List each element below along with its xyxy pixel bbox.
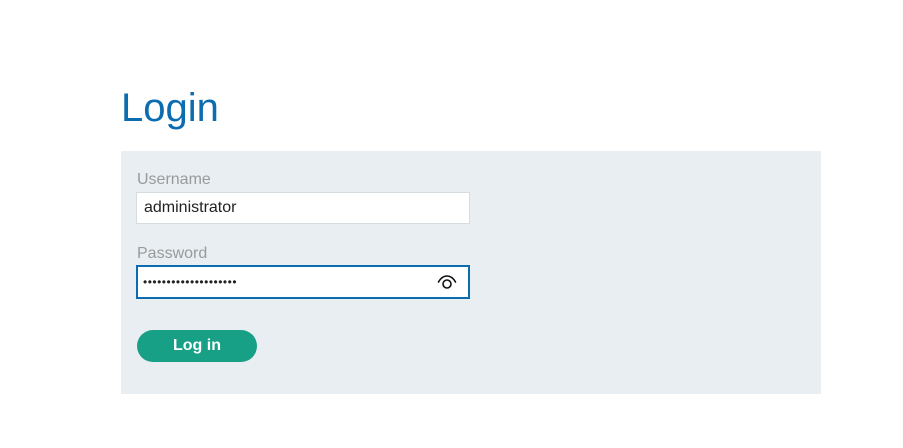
password-field[interactable]: •••••••••••••••••••• [136, 265, 470, 299]
username-label: Username [137, 171, 211, 188]
username-value: administrator [144, 199, 237, 216]
password-label: Password [137, 245, 208, 262]
login-page: Login Username administrator Password ••… [0, 0, 903, 448]
eye-icon[interactable] [437, 274, 457, 290]
password-value: •••••••••••••••••••• [143, 275, 238, 289]
login-form-panel: Username administrator Password ••••••••… [121, 151, 821, 394]
log-in-button[interactable]: Log in [137, 330, 257, 362]
page-title: Login [121, 86, 219, 130]
username-field[interactable]: administrator [136, 192, 470, 224]
